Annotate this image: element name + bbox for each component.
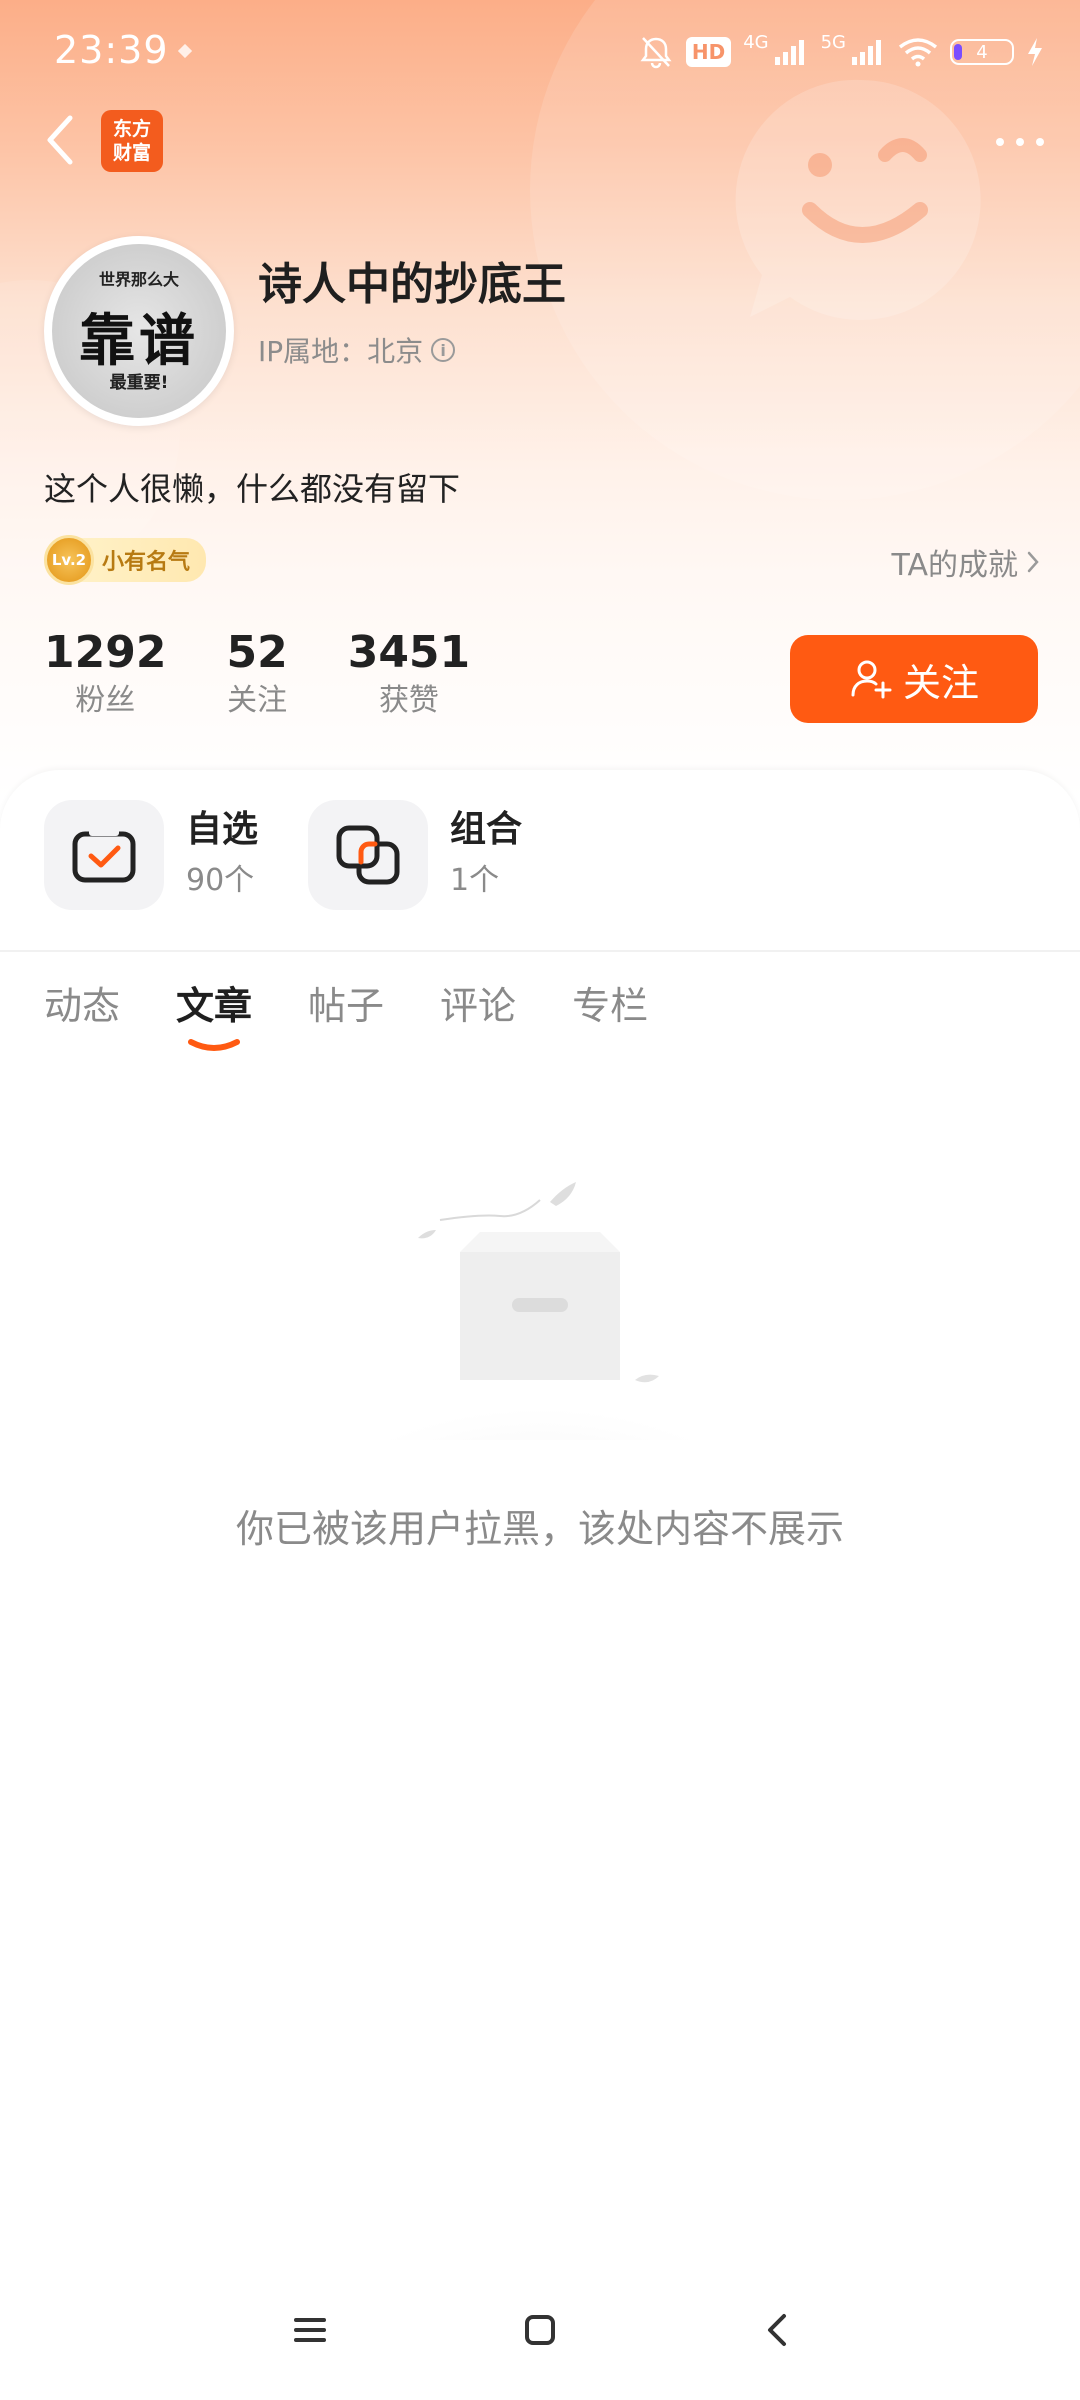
portfolio-entry[interactable]: 组合 1个 [308, 800, 522, 910]
avatar-image: 世界那么大 靠谱 最重要! [52, 244, 226, 418]
achievements-link[interactable]: TA的成就 [891, 540, 1040, 584]
app-logo-line1: 东方 [112, 118, 151, 140]
stats-row: 1292 粉丝 52 关注 3451 获赞 [44, 625, 530, 721]
tab-articles[interactable]: 文章 [176, 976, 253, 1051]
stat-value: 52 [226, 627, 288, 678]
signal-icon [852, 40, 881, 65]
achievements-label: TA的成就 [891, 548, 1018, 583]
level-title: 小有名气 [80, 538, 207, 582]
avatar-text-bottom: 最重要! [109, 373, 169, 393]
ip-location: IP属地：北京 i [258, 330, 456, 370]
blocked-message: 你已被该用户拉黑，该处内容不展示 [235, 1507, 844, 1551]
portfolio-text: 组合 1个 [450, 807, 522, 903]
info-icon[interactable]: i [431, 338, 456, 362]
stat-value: 3451 [347, 627, 471, 678]
active-tab-indicator [188, 1039, 241, 1051]
notification-dot-icon [178, 44, 192, 58]
stat-label: 粉丝 [75, 683, 136, 718]
stat-value: 1292 [44, 627, 167, 678]
portfolio-icon [308, 800, 428, 910]
charging-bolt-icon [1028, 38, 1042, 66]
ip-location-text: IP属地：北京 [258, 335, 424, 368]
home-icon[interactable] [510, 2300, 570, 2360]
stat-label: 获赞 [378, 683, 439, 718]
status-time: 23:39 [54, 28, 169, 72]
bio: 这个人很懒，什么都没有留下 [44, 470, 461, 508]
portfolio-count: 1个 [450, 863, 500, 898]
app-logo: 东方 财富 [101, 110, 163, 172]
menu-icon[interactable] [280, 2300, 340, 2360]
content-tabs: 动态 文章 帖子 评论 专栏 [44, 976, 648, 1051]
system-navigation-bar [0, 2270, 1080, 2400]
stat-followers[interactable]: 1292 粉丝 [44, 625, 166, 721]
avatar-text-top: 世界那么大 [98, 270, 179, 289]
follow-button-label: 关注 [902, 660, 979, 705]
watchlist-count: 90个 [186, 863, 255, 898]
watchlist-text: 自选 90个 [186, 807, 258, 903]
tab-columns[interactable]: 专栏 [572, 976, 648, 1036]
tab-activity[interactable]: 动态 [44, 976, 120, 1036]
network-5g-label: 5G [820, 32, 846, 53]
back-icon[interactable] [748, 2300, 808, 2360]
tab-comments[interactable]: 评论 [440, 976, 516, 1036]
divider [0, 950, 1080, 952]
username: 诗人中的抄底王 [258, 259, 566, 310]
battery-icon: 4 [950, 39, 1014, 65]
network-4g-label: 4G [743, 32, 769, 53]
level-badge[interactable]: Lv.2 小有名气 [44, 535, 207, 585]
empty-box-illustration-icon [340, 1182, 740, 1440]
back-arrow-icon[interactable] [40, 112, 84, 168]
tab-posts[interactable]: 帖子 [308, 976, 384, 1036]
level-medal-icon: Lv.2 [44, 535, 94, 585]
watchlist-entry[interactable]: 自选 90个 [44, 800, 258, 910]
stat-following[interactable]: 52 关注 [226, 625, 287, 721]
stat-likes[interactable]: 3451 获赞 [348, 625, 470, 721]
chevron-right-icon [1027, 551, 1039, 573]
battery-level: 4 [976, 41, 988, 63]
tab-articles-label: 文章 [176, 984, 253, 1028]
hd-badge: HD [685, 37, 732, 67]
watchlist-icon [44, 800, 164, 910]
avatar[interactable]: 世界那么大 靠谱 最重要! [44, 236, 234, 426]
signal-icon [774, 40, 804, 65]
status-icons: HD 4G 5G 4 [638, 28, 1044, 76]
more-options-icon[interactable] [990, 122, 1050, 162]
stat-label: 关注 [227, 683, 288, 718]
follow-button[interactable]: 关注 [790, 635, 1038, 723]
mute-bell-icon [640, 37, 672, 69]
wifi-icon [898, 38, 938, 67]
portfolio-title: 组合 [450, 809, 523, 850]
app-logo-line2: 财富 [112, 142, 151, 164]
status-bar: 23:39 HD 4G 5G 4 [0, 0, 1080, 104]
watchlist-title: 自选 [186, 809, 259, 850]
avatar-text-main: 靠谱 [79, 309, 199, 374]
add-user-icon [851, 660, 892, 699]
